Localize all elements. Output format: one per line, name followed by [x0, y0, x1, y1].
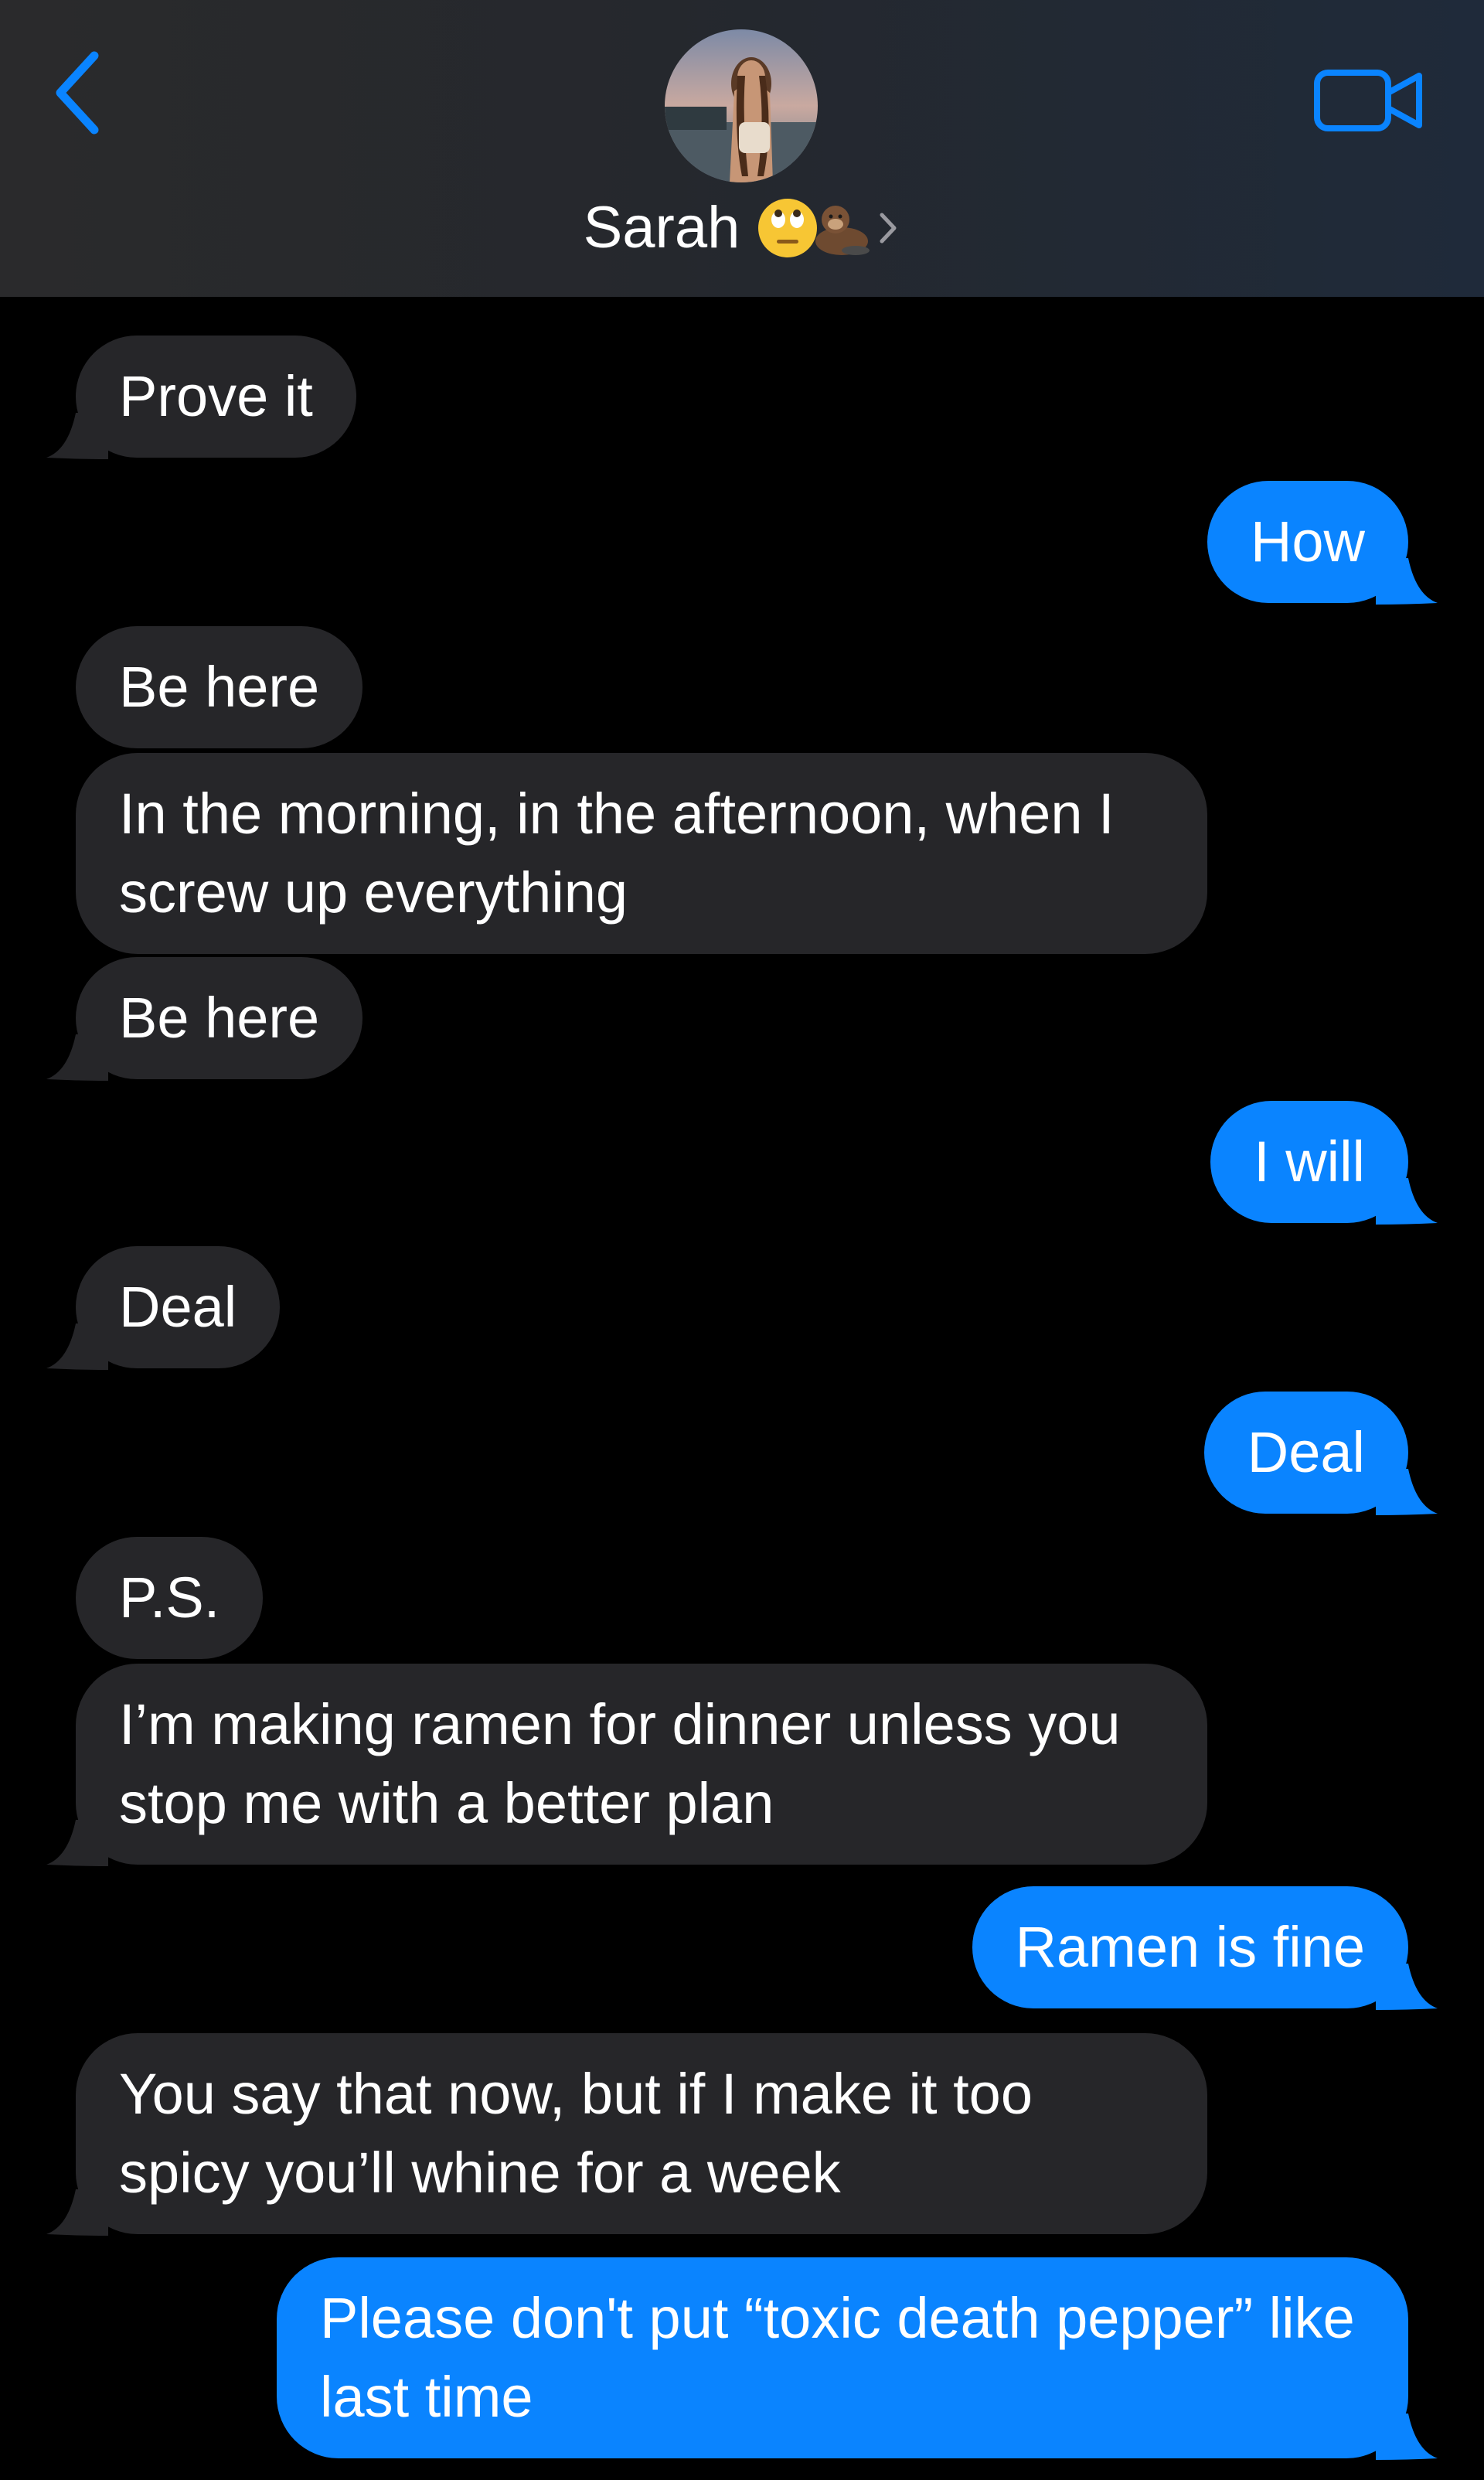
- message-list[interactable]: Prove it How Be here In the morning, in …: [0, 297, 1484, 2480]
- message-bubble-outgoing[interactable]: I will: [1210, 1101, 1438, 1225]
- conversation-header: Sarah: [0, 0, 1484, 297]
- message-bubble-incoming[interactable]: Deal: [46, 1246, 281, 1370]
- message-bubble-outgoing[interactable]: Ramen is fine: [972, 1886, 1438, 2010]
- message-text: Ramen is fine: [1015, 1915, 1365, 1979]
- message-bubble-incoming[interactable]: Be here: [46, 957, 363, 1081]
- message-text: P.S.: [119, 1565, 220, 1630]
- back-button[interactable]: [43, 46, 117, 139]
- bubble-tail: [46, 1034, 108, 1081]
- message-bubble-incoming[interactable]: You say that now, but if I make it too s…: [46, 2033, 1207, 2236]
- contact-avatar[interactable]: [665, 29, 818, 182]
- message-bubble-incoming[interactable]: P.S.: [76, 1537, 264, 1659]
- message-text: I’m making ramen for dinner unless you s…: [119, 1692, 1121, 1835]
- contact-name-emoji: [757, 193, 873, 263]
- bubble-tail: [1376, 1469, 1438, 1515]
- bubble-tail: [46, 2189, 108, 2236]
- message-bubble-incoming[interactable]: Be here: [76, 626, 363, 748]
- bubble-tail: [1376, 2414, 1438, 2460]
- message-text: You say that now, but if I make it too s…: [119, 2062, 1033, 2205]
- message-bubble-incoming[interactable]: In the morning, in the afternoon, when I…: [76, 753, 1207, 954]
- bubble-tail: [1376, 1964, 1438, 2010]
- message-text: Be here: [119, 986, 320, 1050]
- chevron-left-icon: [56, 51, 99, 135]
- message-text: Please don't put “toxic death pepper” li…: [320, 2286, 1355, 2429]
- bubble-tail: [46, 413, 108, 459]
- eye-roll-face-and-otter-icon: [758, 199, 870, 257]
- message-text: Be here: [119, 655, 320, 719]
- bubble-tail: [46, 1323, 108, 1370]
- message-text: In the morning, in the afternoon, when I…: [119, 782, 1115, 925]
- message-text: Deal: [119, 1275, 237, 1339]
- message-bubble-outgoing[interactable]: How: [1207, 481, 1438, 605]
- video-call-button[interactable]: [1306, 62, 1430, 139]
- chevron-right-icon: [877, 209, 900, 247]
- message-bubble-incoming[interactable]: I’m making ramen for dinner unless you s…: [46, 1664, 1207, 1866]
- bubble-tail: [1376, 558, 1438, 605]
- bubble-tail: [46, 1820, 108, 1866]
- message-text: How: [1250, 509, 1365, 574]
- video-camera-icon: [1314, 70, 1422, 131]
- contact-details-link[interactable]: Sarah: [0, 186, 1484, 271]
- message-text: Deal: [1247, 1420, 1365, 1484]
- message-bubble-incoming[interactable]: Prove it: [46, 336, 356, 459]
- bubble-tail: [1376, 1178, 1438, 1225]
- message-text: I will: [1254, 1129, 1365, 1194]
- message-bubble-outgoing[interactable]: Deal: [1203, 1392, 1438, 1515]
- message-text: Prove it: [119, 364, 313, 428]
- message-bubble-outgoing[interactable]: Please don't put “toxic death pepper” li…: [277, 2257, 1438, 2460]
- contact-name: Sarah: [583, 195, 740, 261]
